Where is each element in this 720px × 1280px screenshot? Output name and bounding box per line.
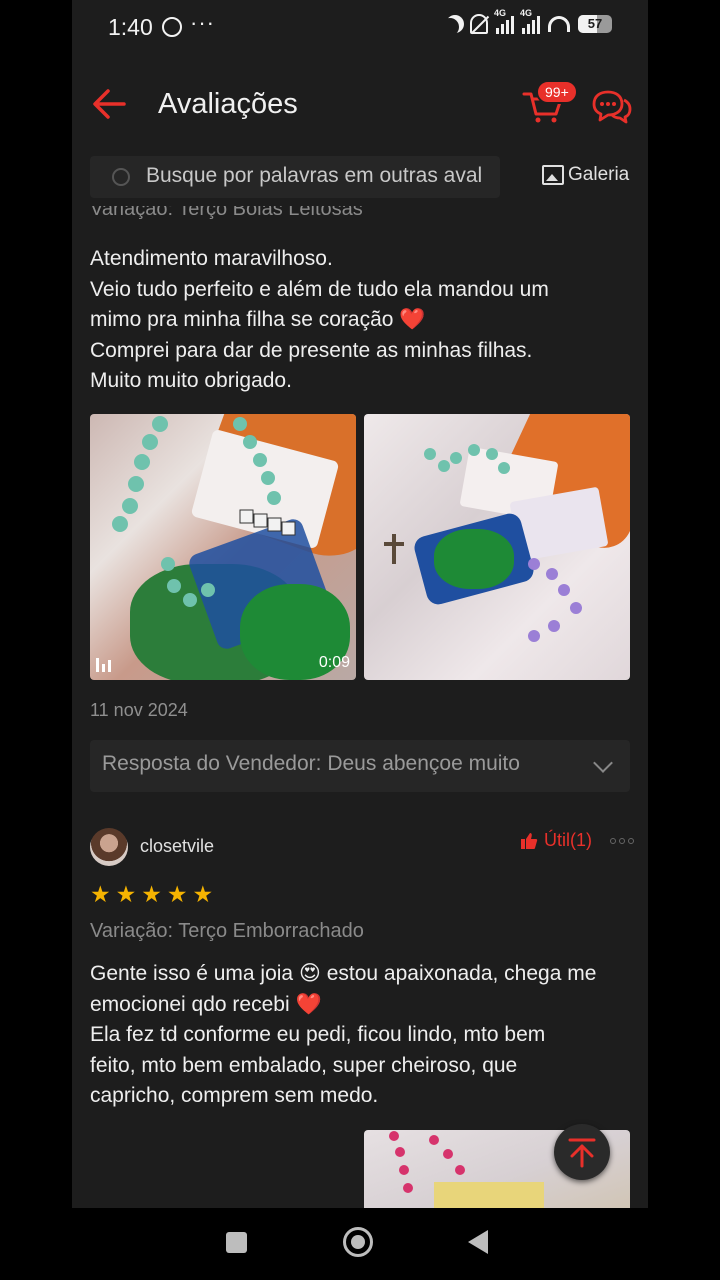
review-variation: Variação: Terço Bolas Leitosas (90, 206, 363, 220)
review-text: Atendimento maravilhoso. Veio tudo perfe… (90, 244, 630, 397)
review-text: Gente isso é uma joia 😍 estou apaixonada… (90, 959, 630, 1112)
whatsapp-icon (162, 17, 182, 37)
status-time: 1:40 (108, 14, 153, 40)
battery-level: 57 (587, 16, 603, 31)
video-duration: 0:09 (318, 654, 350, 671)
rosary-beads-2 (384, 444, 582, 642)
review-line: Ela fez td conforme eu pedi, ficou lindo… (90, 1023, 546, 1046)
recents-button[interactable] (226, 1232, 247, 1253)
review-line: emocionei qdo recebi (90, 992, 290, 1016)
review-line: Comprei para dar de presente as minhas f… (90, 338, 533, 362)
signal-icon: 4G (494, 8, 514, 34)
network-type-label-2: 4G (520, 8, 533, 18)
cart-count-badge: 99+ (536, 80, 578, 104)
app-screen: 1:40 ··· 4G 4G 57 Avaliações 99+ Busque … (72, 0, 648, 1208)
review-line-with-heart: mimo pra minha filha se coração ❤️ (90, 305, 630, 336)
love-eyes-emoji: 😍 (298, 962, 321, 985)
star-icon: ★ (192, 881, 214, 907)
thumbs-up-icon (521, 832, 538, 849)
muted-bell-icon (470, 14, 488, 34)
review-photo[interactable] (364, 414, 630, 680)
review-line: capricho, comprem sem medo. (90, 1084, 379, 1107)
reviewer-username[interactable]: closetvile (140, 836, 214, 857)
review-date: 11 nov 2024 (90, 700, 188, 720)
review-line: Muito muito obrigado. (90, 369, 292, 392)
review-line: mimo pra minha filha se coração (90, 308, 394, 331)
chat-icon[interactable] (590, 88, 632, 124)
gallery-button[interactable]: Galeria (542, 164, 629, 186)
gallery-label: Galeria (568, 164, 630, 185)
arrow-up-icon (568, 1138, 596, 1168)
status-icons: 4G 4G 57 (441, 8, 612, 36)
star-icon: ★ (115, 881, 137, 907)
seller-reply-text: Resposta do Vendedor: Deus abençoe muito (102, 752, 520, 775)
review-video-thumbnail[interactable]: 0:09 (90, 414, 356, 680)
app-bar: Avaliações 99+ (72, 68, 648, 140)
status-bar: 1:40 ··· 4G 4G 57 (72, 0, 648, 56)
avatar[interactable] (90, 828, 128, 866)
search-placeholder: Busque por palavras em outras aval (146, 164, 483, 187)
review-line-with-emoji: Gente isso é uma joia 😍 estou apaixonada… (90, 959, 630, 990)
image-icon (542, 165, 564, 185)
scroll-to-top-button[interactable] (554, 1124, 610, 1180)
page-title: Avaliações (158, 88, 298, 120)
useful-count-label: Útil(1) (544, 830, 592, 850)
useful-button[interactable]: Útil(1) (520, 830, 592, 851)
video-icon (96, 658, 111, 672)
star-icon: ★ (166, 881, 188, 907)
star-icon: ★ (141, 881, 162, 907)
home-button[interactable] (343, 1227, 373, 1257)
system-back-button[interactable] (468, 1230, 488, 1254)
chevron-down-icon[interactable] (593, 753, 613, 773)
do-not-disturb-icon (441, 18, 459, 36)
system-nav-bar (0, 1208, 720, 1280)
search-icon (112, 168, 130, 186)
heart-emoji: ❤️ (295, 992, 322, 1016)
back-arrow-icon[interactable] (90, 86, 130, 122)
review-variation: Variação: Terço Emborrachado (90, 920, 364, 942)
wifi-icon (548, 16, 570, 32)
review-line: Gente isso é uma joia (90, 962, 294, 985)
star-rating: ★ ★ ★ ★ ★ (90, 882, 213, 906)
battery-icon: 57 (578, 15, 612, 33)
signal-icon-2: 4G (520, 8, 540, 34)
search-input[interactable]: Busque por palavras em outras aval (90, 156, 500, 198)
reviews-list[interactable]: Variação: Terço Bolas Leitosas Atendimen… (72, 206, 648, 1208)
review-line: Veio tudo perfeito e além de tudo ela ma… (90, 277, 549, 301)
review-line: Atendimento maravilhoso. (90, 247, 333, 270)
search-row: Busque por palavras em outras aval Galer… (72, 150, 648, 206)
review-line: feito, mto bem embalado, super cheiroso,… (90, 1053, 518, 1077)
star-icon: ★ (90, 881, 111, 907)
more-options-icon[interactable] (610, 838, 634, 844)
more-notifications-icon: ··· (190, 10, 215, 35)
heart-emoji: ❤️ (399, 308, 426, 331)
network-type-label: 4G (494, 8, 507, 18)
review-line: estou apaixonada, chega me (326, 962, 597, 985)
review-line-with-heart: emocionei qdo recebi ❤️ (90, 990, 630, 1021)
rosary-beads (112, 416, 296, 607)
seller-reply-expander[interactable]: Resposta do Vendedor: Deus abençoe muito (90, 740, 630, 792)
